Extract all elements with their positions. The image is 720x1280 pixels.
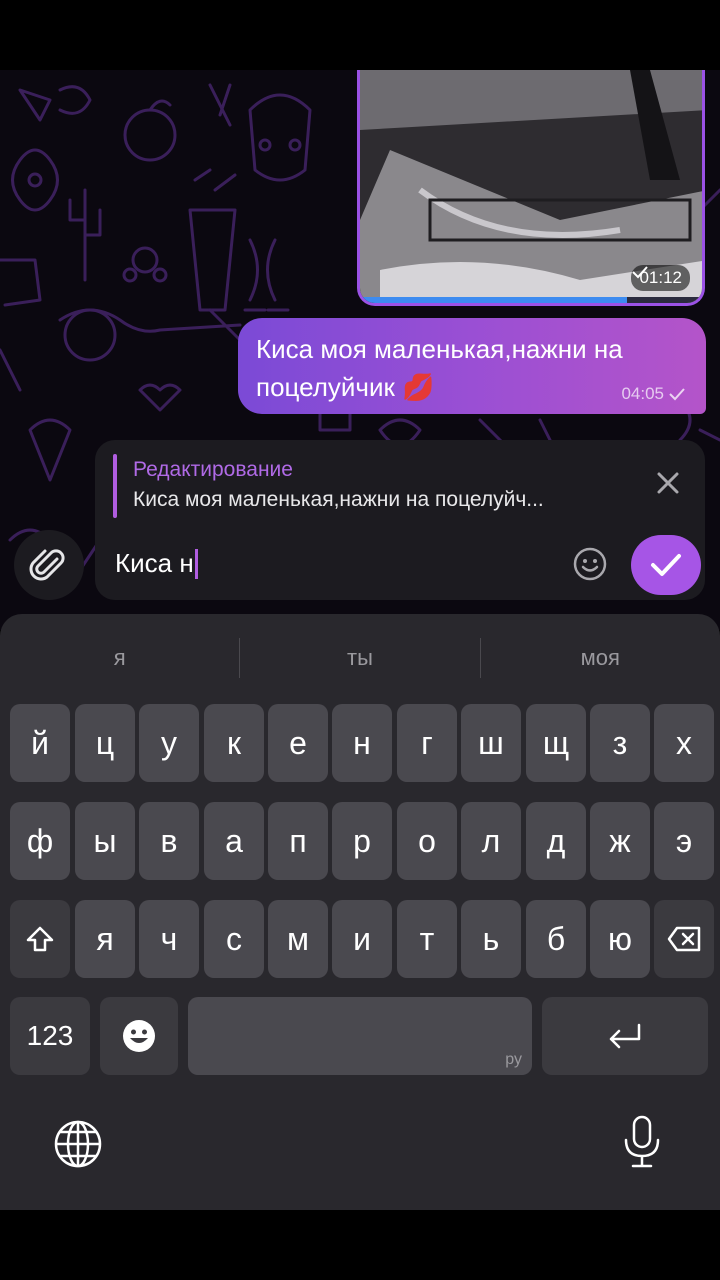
shift-key[interactable] bbox=[10, 900, 70, 978]
key[interactable]: э bbox=[654, 802, 714, 880]
return-key[interactable] bbox=[542, 997, 708, 1075]
shift-icon bbox=[26, 926, 54, 952]
globe-icon[interactable] bbox=[52, 1118, 104, 1170]
key[interactable]: я bbox=[75, 900, 135, 978]
key[interactable]: т bbox=[397, 900, 457, 978]
outgoing-message[interactable]: Киса моя маленькая,нажни на поцелуйчик 💋… bbox=[238, 318, 706, 414]
key[interactable]: л bbox=[461, 802, 521, 880]
key[interactable]: ф bbox=[10, 802, 70, 880]
video-message[interactable]: 01:12 bbox=[357, 70, 705, 306]
attach-button[interactable] bbox=[14, 530, 84, 600]
edit-title: Редактирование bbox=[133, 458, 293, 481]
key[interactable]: с bbox=[204, 900, 264, 978]
check-icon bbox=[632, 266, 649, 279]
key[interactable]: х bbox=[654, 704, 714, 782]
backspace-key[interactable] bbox=[654, 900, 714, 978]
key[interactable]: р bbox=[332, 802, 392, 880]
microphone-icon[interactable] bbox=[620, 1114, 664, 1170]
key[interactable]: ш bbox=[461, 704, 521, 782]
key[interactable]: о bbox=[397, 802, 457, 880]
key[interactable]: з bbox=[590, 704, 650, 782]
edit-preview-text: Киса моя маленькая,нажни на поцелуйч... bbox=[133, 488, 544, 511]
emoji-icon bbox=[123, 1020, 155, 1052]
video-progress-fill bbox=[360, 297, 627, 303]
key[interactable]: щ bbox=[526, 704, 586, 782]
message-input[interactable]: Киса н bbox=[115, 548, 198, 579]
paperclip-icon bbox=[29, 549, 65, 581]
key[interactable]: и bbox=[332, 900, 392, 978]
emoji-key[interactable] bbox=[100, 997, 178, 1075]
key[interactable]: м bbox=[268, 900, 328, 978]
key[interactable]: у bbox=[139, 704, 199, 782]
key[interactable]: к bbox=[204, 704, 264, 782]
key[interactable]: ч bbox=[139, 900, 199, 978]
numbers-key[interactable]: 123 bbox=[10, 997, 90, 1075]
bottom-safe-area bbox=[0, 1210, 720, 1280]
key[interactable]: ю bbox=[590, 900, 650, 978]
keyboard: я ты моя й ц у к е н г ш щ з х ф ы в а п… bbox=[0, 614, 720, 1210]
suggestion-item[interactable]: я bbox=[0, 632, 239, 684]
key[interactable]: г bbox=[397, 704, 457, 782]
key[interactable]: а bbox=[204, 802, 264, 880]
close-icon[interactable] bbox=[653, 468, 683, 498]
key[interactable]: н bbox=[332, 704, 392, 782]
edit-indicator-bar bbox=[113, 454, 117, 518]
message-meta: 04:05 bbox=[621, 384, 686, 404]
video-duration: 01:12 bbox=[631, 265, 690, 291]
message-input-value: Киса н bbox=[115, 548, 194, 578]
space-language-label: ру bbox=[505, 1051, 522, 1068]
suggestion-bar: я ты моя bbox=[0, 632, 720, 684]
key[interactable]: д bbox=[526, 802, 586, 880]
key[interactable]: в bbox=[139, 802, 199, 880]
checkmark-icon bbox=[651, 554, 681, 576]
key[interactable]: б bbox=[526, 900, 586, 978]
message-composer: Редактирование Киса моя маленькая,нажни … bbox=[95, 440, 705, 600]
check-icon bbox=[669, 388, 685, 401]
suggestion-item[interactable]: моя bbox=[481, 632, 720, 684]
key[interactable]: п bbox=[268, 802, 328, 880]
smiley-icon[interactable] bbox=[572, 546, 608, 582]
text-caret bbox=[194, 548, 198, 579]
suggestion-item[interactable]: ты bbox=[240, 632, 479, 684]
send-edit-button[interactable] bbox=[631, 535, 701, 595]
space-key[interactable]: ру bbox=[188, 997, 532, 1075]
return-icon bbox=[609, 1023, 641, 1049]
key[interactable]: е bbox=[268, 704, 328, 782]
key[interactable]: ж bbox=[590, 802, 650, 880]
key[interactable]: ь bbox=[461, 900, 521, 978]
key[interactable]: ы bbox=[75, 802, 135, 880]
key[interactable]: ц bbox=[75, 704, 135, 782]
video-progress-bar[interactable] bbox=[360, 297, 702, 303]
key[interactable]: й bbox=[10, 704, 70, 782]
backspace-icon bbox=[667, 926, 701, 952]
